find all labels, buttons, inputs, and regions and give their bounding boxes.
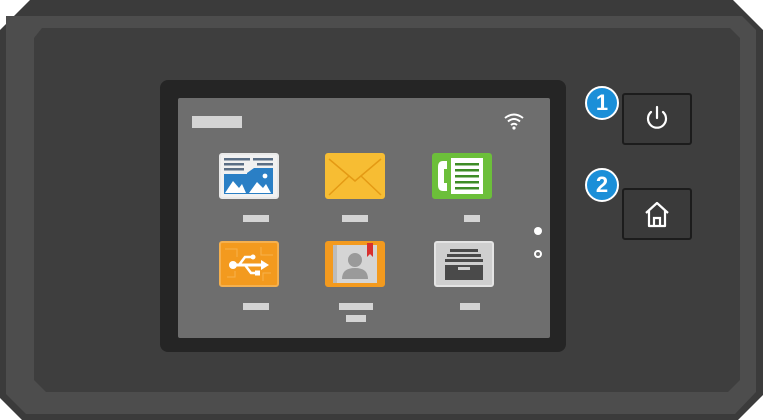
callout-2: 2 [585,168,619,202]
touch-screen[interactable] [178,98,550,338]
fax-app-label [464,215,480,222]
home-button[interactable] [622,188,692,240]
fax-icon [438,158,483,194]
email-app-tile[interactable] [325,153,385,199]
address-book-app-label-line1 [339,303,373,310]
copy-app-label [243,215,269,222]
wifi-icon [504,113,524,130]
job-tray-icon [445,249,483,280]
usb-icon [225,247,273,281]
copy-app-tile[interactable] [219,153,279,199]
usb-app-tile[interactable] [219,241,279,287]
power-button[interactable] [622,93,692,145]
page-indicator-1[interactable] [534,227,542,235]
fax-app-tile[interactable] [432,153,492,199]
power-icon [646,105,668,129]
address-book-icon [333,243,377,283]
jobs-app-label [460,303,480,310]
address-book-app-tile[interactable] [325,241,385,287]
page-indicator-2[interactable] [534,250,542,258]
copy-icon [224,158,273,194]
email-icon [328,158,382,196]
email-app-label [342,215,368,222]
address-book-app-label-line2 [346,315,366,322]
device-name-label [192,116,242,128]
usb-app-label [243,303,269,310]
callout-1: 1 [585,86,619,120]
home-icon [645,201,669,228]
jobs-app-tile[interactable] [434,241,494,287]
